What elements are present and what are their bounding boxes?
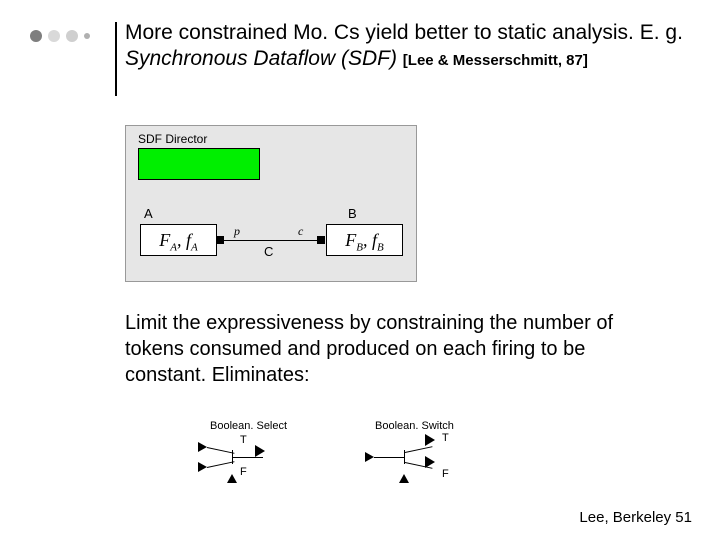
triangle-up-icon xyxy=(227,474,237,483)
heading-line1: More constrained Mo. Cs yield better to … xyxy=(125,21,683,44)
actor-a-box: FA, fA xyxy=(140,224,217,256)
actor-a-func: FA, fA xyxy=(159,230,197,250)
dot-icon xyxy=(30,30,42,42)
slide-heading: More constrained Mo. Cs yield better to … xyxy=(125,20,685,73)
wire xyxy=(405,446,433,453)
triangle-up-icon xyxy=(399,474,409,483)
channel-wire xyxy=(224,240,317,241)
port-c-label: c xyxy=(298,224,303,239)
body-paragraph: Limit the expressiveness by constraining… xyxy=(125,310,665,388)
triangle-icon xyxy=(365,452,374,462)
slide-bullet-decor xyxy=(30,30,96,42)
actor-b-func: FB, fB xyxy=(345,230,383,250)
dot-icon xyxy=(66,30,78,42)
boolean-actors-diagram: Boolean. Select T F Boolean. Switch T F xyxy=(170,420,530,490)
port-icon xyxy=(216,236,224,244)
actor-b-label: B xyxy=(348,206,357,221)
slide-footer: Lee, Berkeley 51 xyxy=(579,509,692,526)
sdf-diagram: SDF Director A B FA, fA FB, fB p c C xyxy=(125,125,417,282)
dot-icon xyxy=(48,30,60,42)
boolean-switch-title: Boolean. Switch xyxy=(375,420,454,432)
port-icon xyxy=(317,236,325,244)
t-label: T xyxy=(442,432,449,444)
triangle-icon xyxy=(198,442,207,452)
dot-icon xyxy=(84,33,90,39)
wire xyxy=(207,447,235,454)
f-label: F xyxy=(240,466,247,478)
f-label: F xyxy=(442,468,449,480)
sdf-director-box xyxy=(138,148,260,180)
wire xyxy=(374,457,404,458)
sdf-director-label: SDF Director xyxy=(138,132,207,146)
heading-divider xyxy=(115,22,117,96)
boolean-select-title: Boolean. Select xyxy=(210,420,287,432)
heading-citation: [Lee & Messerschmitt, 87] xyxy=(403,52,588,69)
triangle-icon xyxy=(198,462,207,472)
channel-c-label: C xyxy=(264,244,273,259)
actor-b-box: FB, fB xyxy=(326,224,403,256)
port-p-label: p xyxy=(234,224,240,239)
wire xyxy=(207,461,235,468)
t-label: T xyxy=(240,434,247,446)
wire xyxy=(233,457,263,458)
actor-a-label: A xyxy=(144,206,153,221)
heading-line2: Synchronous Dataflow (SDF) xyxy=(125,47,397,70)
